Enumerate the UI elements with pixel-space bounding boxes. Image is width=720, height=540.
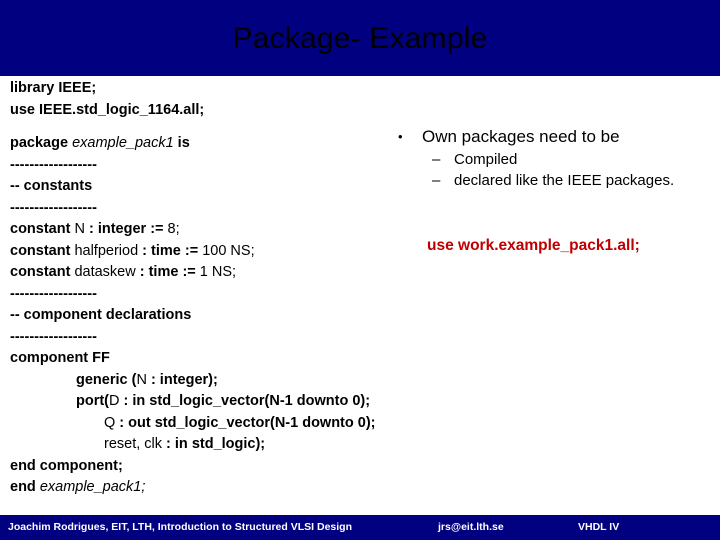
code-line: use IEEE.std_logic_1164.all;	[10, 100, 440, 122]
code-token: ------------------	[10, 328, 97, 345]
code-token: D	[109, 393, 120, 409]
bullet-subitem: – declared like the IEEE packages.	[432, 170, 698, 191]
code-token: ------------------	[10, 285, 97, 302]
code-token: Q	[104, 414, 116, 431]
code-line: generic (N : integer);	[10, 370, 440, 392]
bullet-item-label: Own packages need to be	[422, 127, 620, 146]
code-token: -- constants	[10, 178, 93, 194]
code-line: ------------------	[10, 327, 440, 349]
code-token: halfperiod	[74, 242, 139, 259]
footer-author: Joachim Rodrigues, EIT, LTH, Introductio…	[8, 521, 352, 533]
usage-note: use work.example_pack1.all;	[427, 237, 640, 254]
code-token: 1 NS;	[199, 264, 237, 280]
footer-topic: VHDL IV	[578, 521, 620, 533]
bullet-list: • Own packages need to be – Compiled – declar…	[398, 126, 698, 191]
code-token: end	[10, 479, 40, 495]
code-token: : out std_logic_vector(	[115, 414, 275, 431]
code-line: port(D : in std_logic_vector(N-1 downto …	[10, 391, 440, 413]
bullet-subitem-label: Compiled	[454, 151, 518, 168]
code-token: is	[173, 135, 190, 151]
code-token: 100 NS;	[202, 242, 255, 259]
dash-bullet-icon: –	[432, 172, 441, 189]
code-line: ------------------	[10, 284, 440, 306]
bullet-subitem: – Compiled	[432, 149, 698, 170]
code-line: ------------------	[10, 198, 440, 220]
code-token: example_pack1	[72, 135, 174, 151]
code-token: ------------------	[10, 156, 97, 173]
dash-bullet-icon: –	[432, 151, 441, 168]
bullet-subitem-label: declared like the IEEE packages.	[454, 172, 675, 189]
code-token: N	[136, 371, 147, 388]
code-token: N-1 downto 0	[274, 414, 366, 431]
code-token: -- component declarations	[10, 307, 192, 323]
code-line: end component;	[10, 456, 440, 478]
code-token: : integer);	[146, 371, 218, 388]
code-token: N-1 downto 0	[269, 393, 361, 409]
code-token: dataskew	[74, 264, 136, 280]
code-token: : integer :=	[84, 221, 168, 237]
code-line: package example_pack1 is	[10, 133, 440, 155]
code-line: library IEEE;	[10, 78, 440, 100]
code-line: constant N : integer := 8;	[10, 219, 440, 241]
code-line: Q : out std_logic_vector(N-1 downto 0);	[10, 413, 440, 435]
code-token: 8;	[167, 221, 180, 237]
code-token: package	[10, 135, 73, 151]
code-token: component FF	[10, 350, 110, 366]
code-line: end example_pack1;	[10, 477, 440, 499]
code-token: constant	[10, 242, 75, 259]
code-token: port(	[76, 393, 110, 409]
code-token: end component;	[10, 457, 123, 474]
footer-email: jrs@eit.lth.se	[438, 521, 504, 533]
code-token: : in std_logic_vector(	[119, 393, 270, 409]
code-line: constant dataskew : time := 1 NS;	[10, 262, 440, 284]
code-token: ------------------	[10, 199, 97, 216]
bullet-item: • Own packages need to be	[398, 126, 698, 148]
code-token: library IEEE;	[10, 80, 97, 96]
code-token: N	[74, 221, 85, 237]
code-token: constant	[10, 221, 75, 237]
code-token: : in std_logic);	[162, 436, 266, 452]
code-token: : time :=	[138, 242, 203, 259]
code-token: );	[365, 414, 376, 431]
bullet-dot-icon: •	[398, 129, 403, 144]
page-title: Package- Example	[232, 22, 488, 55]
vhdl-code-block: library IEEE; use IEEE.std_logic_1164.all…	[10, 78, 440, 499]
code-token: generic (	[76, 371, 137, 388]
code-token: );	[360, 393, 371, 409]
code-line: constant halfperiod : time := 100 NS;	[10, 241, 440, 263]
code-line: reset, clk : in std_logic);	[10, 434, 440, 456]
code-token: reset, clk	[104, 436, 163, 452]
code-token: : time :=	[135, 264, 200, 280]
code-line: ------------------	[10, 155, 440, 177]
code-line: -- constants	[10, 176, 440, 198]
code-line: -- component declarations	[10, 305, 440, 327]
slide-root: Package- Example library IEEE; use IEEE.s…	[0, 0, 720, 540]
code-line: component FF	[10, 348, 440, 370]
code-token: example_pack1;	[39, 479, 146, 495]
code-token: use IEEE.std_logic_1164.all;	[10, 101, 205, 118]
code-token: constant	[10, 264, 75, 280]
